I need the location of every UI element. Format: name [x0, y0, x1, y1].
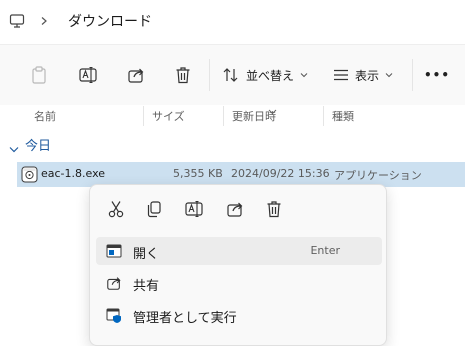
- chevron-down-icon[interactable]: [9, 139, 19, 158]
- paste-icon[interactable]: [26, 60, 52, 90]
- sort-indicator-icon: [268, 100, 277, 119]
- delete-icon[interactable]: [170, 60, 196, 90]
- chevron-down-icon: [385, 73, 393, 78]
- admin-shield-icon: [106, 307, 122, 323]
- view-label: 表示: [355, 68, 380, 83]
- copy-icon[interactable]: [138, 197, 170, 221]
- exe-file-icon: [21, 166, 38, 187]
- open-app-icon: [106, 243, 122, 259]
- column-kind[interactable]: 種類: [332, 108, 354, 124]
- menu-item-open[interactable]: 開く Enter: [96, 237, 382, 265]
- toolbar-divider: [412, 59, 413, 91]
- column-size[interactable]: サイズ: [152, 108, 185, 124]
- menu-item-run-as-admin[interactable]: 管理者として実行: [96, 301, 382, 329]
- share-icon[interactable]: [123, 60, 149, 90]
- breadcrumb-downloads[interactable]: ダウンロード: [68, 11, 152, 31]
- column-divider[interactable]: [143, 106, 144, 126]
- cut-icon[interactable]: [100, 197, 132, 221]
- menu-item-label: 共有: [133, 279, 160, 294]
- share-icon[interactable]: [219, 197, 251, 221]
- context-menu: 開く Enter 共有 管理者として実行: [89, 184, 387, 346]
- this-pc-icon[interactable]: [6, 10, 28, 32]
- file-size: 5,355 KB: [173, 167, 223, 180]
- view-button[interactable]: 表示: [333, 60, 399, 90]
- menu-item-label: 開く: [133, 247, 160, 262]
- column-divider[interactable]: [223, 106, 224, 126]
- delete-icon[interactable]: [258, 197, 290, 221]
- column-name[interactable]: 名前: [34, 108, 56, 124]
- menu-item-label: 管理者として実行: [133, 311, 237, 326]
- column-header: 名前 サイズ 更新日時 種類: [0, 104, 465, 128]
- more-options-button[interactable]: •••: [423, 60, 451, 90]
- chevron-down-icon: [300, 73, 308, 78]
- file-name[interactable]: eac-1.8.exe: [41, 167, 105, 180]
- chevron-right-icon[interactable]: [36, 10, 52, 32]
- address-bar: ダウンロード: [0, 0, 465, 44]
- rename-icon[interactable]: [178, 197, 210, 221]
- toolbar-divider: [209, 59, 210, 91]
- sort-button[interactable]: 並べ替え: [222, 60, 312, 90]
- menu-item-shortcut: Enter: [310, 244, 340, 257]
- menu-item-share[interactable]: 共有: [96, 269, 382, 297]
- file-date: 2024/09/22 15:36: [231, 167, 330, 180]
- group-label: 今日: [25, 139, 52, 154]
- sort-label: 並べ替え: [246, 68, 295, 83]
- column-divider[interactable]: [323, 106, 324, 126]
- view-icon: [334, 69, 348, 81]
- file-kind: アプリケーション: [334, 169, 422, 182]
- command-bar: 並べ替え 表示 •••: [0, 44, 465, 105]
- rename-icon[interactable]: [75, 60, 101, 90]
- share-icon: [106, 275, 122, 291]
- sort-icon: [223, 68, 238, 82]
